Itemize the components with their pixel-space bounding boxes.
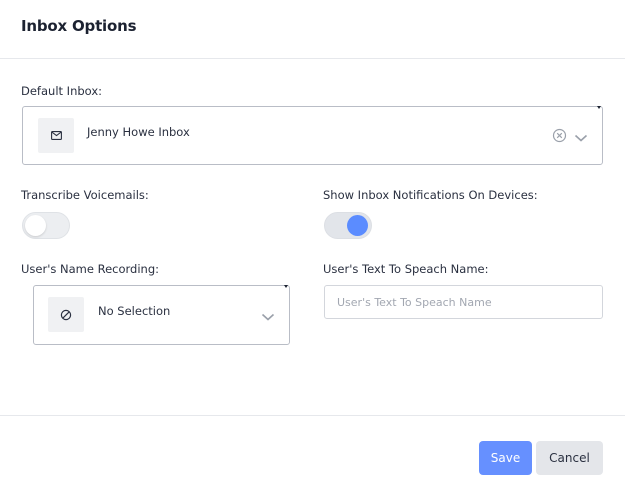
clear-selection-icon[interactable] [552,128,567,143]
select-corner-mark [284,285,288,288]
dialog-title: Inbox Options [21,17,137,35]
envelope-icon [38,118,74,153]
toggle-knob [25,215,46,236]
dialog-header: Inbox Options [0,0,625,59]
cancel-button[interactable]: Cancel [536,441,603,475]
no-selection-icon [48,297,84,332]
toggle-knob [347,215,368,236]
name-recording-value: No Selection [98,304,171,318]
chevron-down-icon[interactable] [574,129,588,142]
transcribe-voicemails-label: Transcribe Voicemails: [21,188,149,202]
default-inbox-select[interactable]: Jenny Howe Inbox [22,106,603,165]
select-corner-mark [597,106,601,109]
inbox-notifications-label: Show Inbox Notifications On Devices: [323,188,538,202]
dialog-footer: Save Cancel [0,415,625,491]
chevron-down-icon[interactable] [261,308,275,321]
transcribe-voicemails-toggle[interactable] [22,212,70,239]
default-inbox-value: Jenny Howe Inbox [87,125,190,139]
save-button[interactable]: Save [479,441,532,475]
name-recording-select[interactable]: No Selection [33,285,290,345]
name-recording-label: User's Name Recording: [21,262,159,276]
tts-name-input[interactable] [324,285,603,319]
tts-name-label: User's Text To Speach Name: [323,262,489,276]
inbox-notifications-toggle[interactable] [324,212,372,239]
default-inbox-label: Default Inbox: [21,84,103,98]
